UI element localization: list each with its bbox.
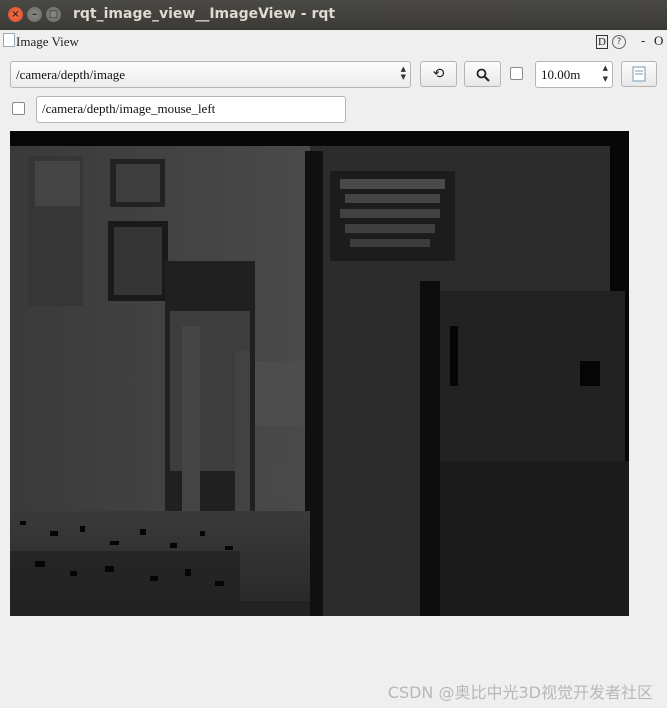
- plugin-header: Image View D ? - O: [0, 30, 667, 54]
- watermark-text: CSDN @奥比中光3D视觉开发者社区: [387, 683, 653, 702]
- combo-arrows-icon: ▲ ▼: [400, 65, 406, 81]
- close-plugin-icon[interactable]: O: [654, 33, 663, 49]
- dock-icon[interactable]: D: [596, 35, 608, 49]
- spin-down-icon[interactable]: ▼: [603, 75, 608, 83]
- mouse-topic-input[interactable]: /camera/depth/image_mouse_left: [36, 96, 346, 123]
- window-close-button[interactable]: ×: [8, 7, 23, 22]
- max-depth-value: 10.00m: [541, 67, 581, 82]
- topic-select[interactable]: /camera/depth/image ▲ ▼: [10, 61, 411, 88]
- window-title: rqt_image_view__ImageView - rqt: [73, 6, 336, 22]
- zoom-button[interactable]: [464, 61, 501, 87]
- depth-image-view[interactable]: [10, 131, 629, 616]
- topic-select-value: /camera/depth/image: [16, 67, 126, 82]
- zoom-icon: [476, 68, 490, 82]
- spin-up-icon[interactable]: ▲: [603, 64, 608, 72]
- max-depth-spinbox[interactable]: 10.00m ▲ ▼: [535, 61, 613, 88]
- refresh-icon: ⟲: [432, 66, 445, 82]
- depth-image: [10, 131, 629, 616]
- window-minimize-button[interactable]: –: [27, 7, 42, 22]
- save-image-button[interactable]: [621, 61, 657, 87]
- save-image-icon: [632, 66, 646, 82]
- help-icon[interactable]: ?: [612, 35, 626, 49]
- mouse-publish-checkbox[interactable]: [12, 102, 25, 115]
- dynamic-range-checkbox[interactable]: [510, 67, 523, 80]
- minimize-plugin-icon[interactable]: -: [641, 34, 645, 48]
- window-maximize-button[interactable]: □: [46, 7, 61, 22]
- rqt-plugin-icon: [3, 33, 15, 47]
- refresh-button[interactable]: ⟲: [420, 61, 457, 87]
- plugin-title: Image View: [16, 34, 79, 49]
- window-titlebar: × – □ rqt_image_view__ImageView - rqt: [0, 0, 667, 30]
